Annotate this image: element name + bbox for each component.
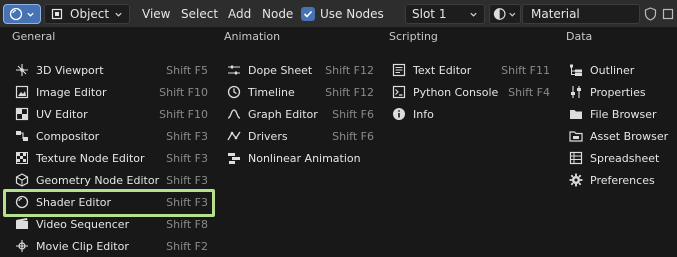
object-icon <box>51 8 63 20</box>
info-icon <box>391 106 407 122</box>
viewport-3d-icon <box>14 62 30 78</box>
menu-item-texture-node-editor[interactable]: Texture Node Editor Shift F3 <box>14 147 214 169</box>
checkbox-checked-icon <box>301 7 315 21</box>
slot-label: Slot 1 <box>412 7 447 21</box>
menu-item-info[interactable]: Info <box>391 103 556 125</box>
timeline-icon <box>226 84 242 100</box>
menu-view[interactable]: View <box>142 4 170 24</box>
menu-item-dope-sheet[interactable]: Dope Sheet Shift F12 <box>226 59 380 81</box>
gear-icon <box>568 172 584 188</box>
heading-data: Data <box>566 30 593 43</box>
text-editor-icon <box>391 62 407 78</box>
file-browser-icon <box>568 106 584 122</box>
material-browse-button[interactable] <box>489 4 521 24</box>
menu-item-python-console[interactable]: Python Console Shift F4 <box>391 81 556 103</box>
menu-item-preferences[interactable]: Preferences <box>568 169 674 191</box>
menu-item-timeline[interactable]: Timeline Shift F12 <box>226 81 380 103</box>
editor-type-button[interactable] <box>3 4 41 24</box>
heading-general: General <box>12 30 56 43</box>
object-mode-dropdown[interactable]: Object <box>44 4 130 24</box>
menu-item-movie-clip-editor[interactable]: Movie Clip Editor Shift F2 <box>14 235 214 257</box>
python-console-icon <box>391 84 407 100</box>
menu-item-compositor[interactable]: Compositor Shift F3 <box>14 125 214 147</box>
menu-add[interactable]: Add <box>228 4 251 24</box>
menu-item-nonlinear-animation[interactable]: Nonlinear Animation <box>226 147 380 169</box>
menu-item-file-browser[interactable]: File Browser <box>568 103 674 125</box>
use-nodes-label: Use Nodes <box>320 7 384 21</box>
chevron-down-icon <box>115 12 122 17</box>
unlink-button[interactable] <box>660 4 676 24</box>
drivers-icon <box>226 128 242 144</box>
menu-node[interactable]: Node <box>262 4 293 24</box>
menu-item-uv-editor[interactable]: UV Editor Shift F10 <box>14 103 214 125</box>
outliner-icon <box>568 62 584 78</box>
asset-browser-icon <box>568 128 584 144</box>
graph-editor-icon <box>226 106 242 122</box>
spreadsheet-icon <box>568 150 584 166</box>
menu-item-properties[interactable]: Properties <box>568 81 674 103</box>
chevron-down-icon <box>470 12 477 17</box>
menu-item-image-editor[interactable]: Image Editor Shift F10 <box>14 81 214 103</box>
material-name: Material <box>531 7 580 21</box>
fake-user-button[interactable] <box>641 4 659 24</box>
texture-node-icon <box>14 150 30 166</box>
properties-icon <box>568 84 584 100</box>
use-nodes-toggle[interactable]: Use Nodes <box>301 4 384 24</box>
menu-item-text-editor[interactable]: Text Editor Shift F11 <box>391 59 556 81</box>
shader-editor-highlight <box>3 189 215 217</box>
chevron-down-icon <box>509 12 516 17</box>
material-name-field[interactable]: Material <box>522 4 640 24</box>
menu-select[interactable]: Select <box>181 4 218 24</box>
menu-item-drivers[interactable]: Drivers Shift F6 <box>226 125 380 147</box>
menu-item-asset-browser[interactable]: Asset Browser <box>568 125 674 147</box>
object-mode-label: Object <box>70 7 110 21</box>
material-sphere-icon <box>493 8 506 20</box>
menu-item-geometry-node-editor[interactable]: Geometry Node Editor Shift F3 <box>14 169 214 191</box>
menu-item-3d-viewport[interactable]: 3D Viewport Shift F5 <box>14 59 214 81</box>
heading-scripting: Scripting <box>389 30 438 43</box>
compositor-icon <box>14 128 30 144</box>
geometry-node-icon <box>14 172 30 188</box>
nla-icon <box>226 150 242 166</box>
menu-item-spreadsheet[interactable]: Spreadsheet <box>568 147 674 169</box>
shield-icon <box>644 7 656 21</box>
uv-editor-icon <box>14 106 30 122</box>
menu-item-graph-editor[interactable]: Graph Editor Shift F6 <box>226 103 380 125</box>
chevron-down-icon <box>27 12 34 17</box>
image-editor-icon <box>14 84 30 100</box>
copy-icon <box>662 8 674 20</box>
slot-dropdown[interactable]: Slot 1 <box>405 4 485 24</box>
dope-sheet-icon <box>226 62 242 78</box>
menu-item-outliner[interactable]: Outliner <box>568 59 674 81</box>
video-sequencer-icon <box>14 216 30 232</box>
shader-editor-icon <box>9 7 23 21</box>
heading-animation: Animation <box>224 30 281 43</box>
editor-header: Object View Select Add Node Use Nodes Sl… <box>0 0 677 28</box>
movie-clip-icon <box>14 238 30 254</box>
